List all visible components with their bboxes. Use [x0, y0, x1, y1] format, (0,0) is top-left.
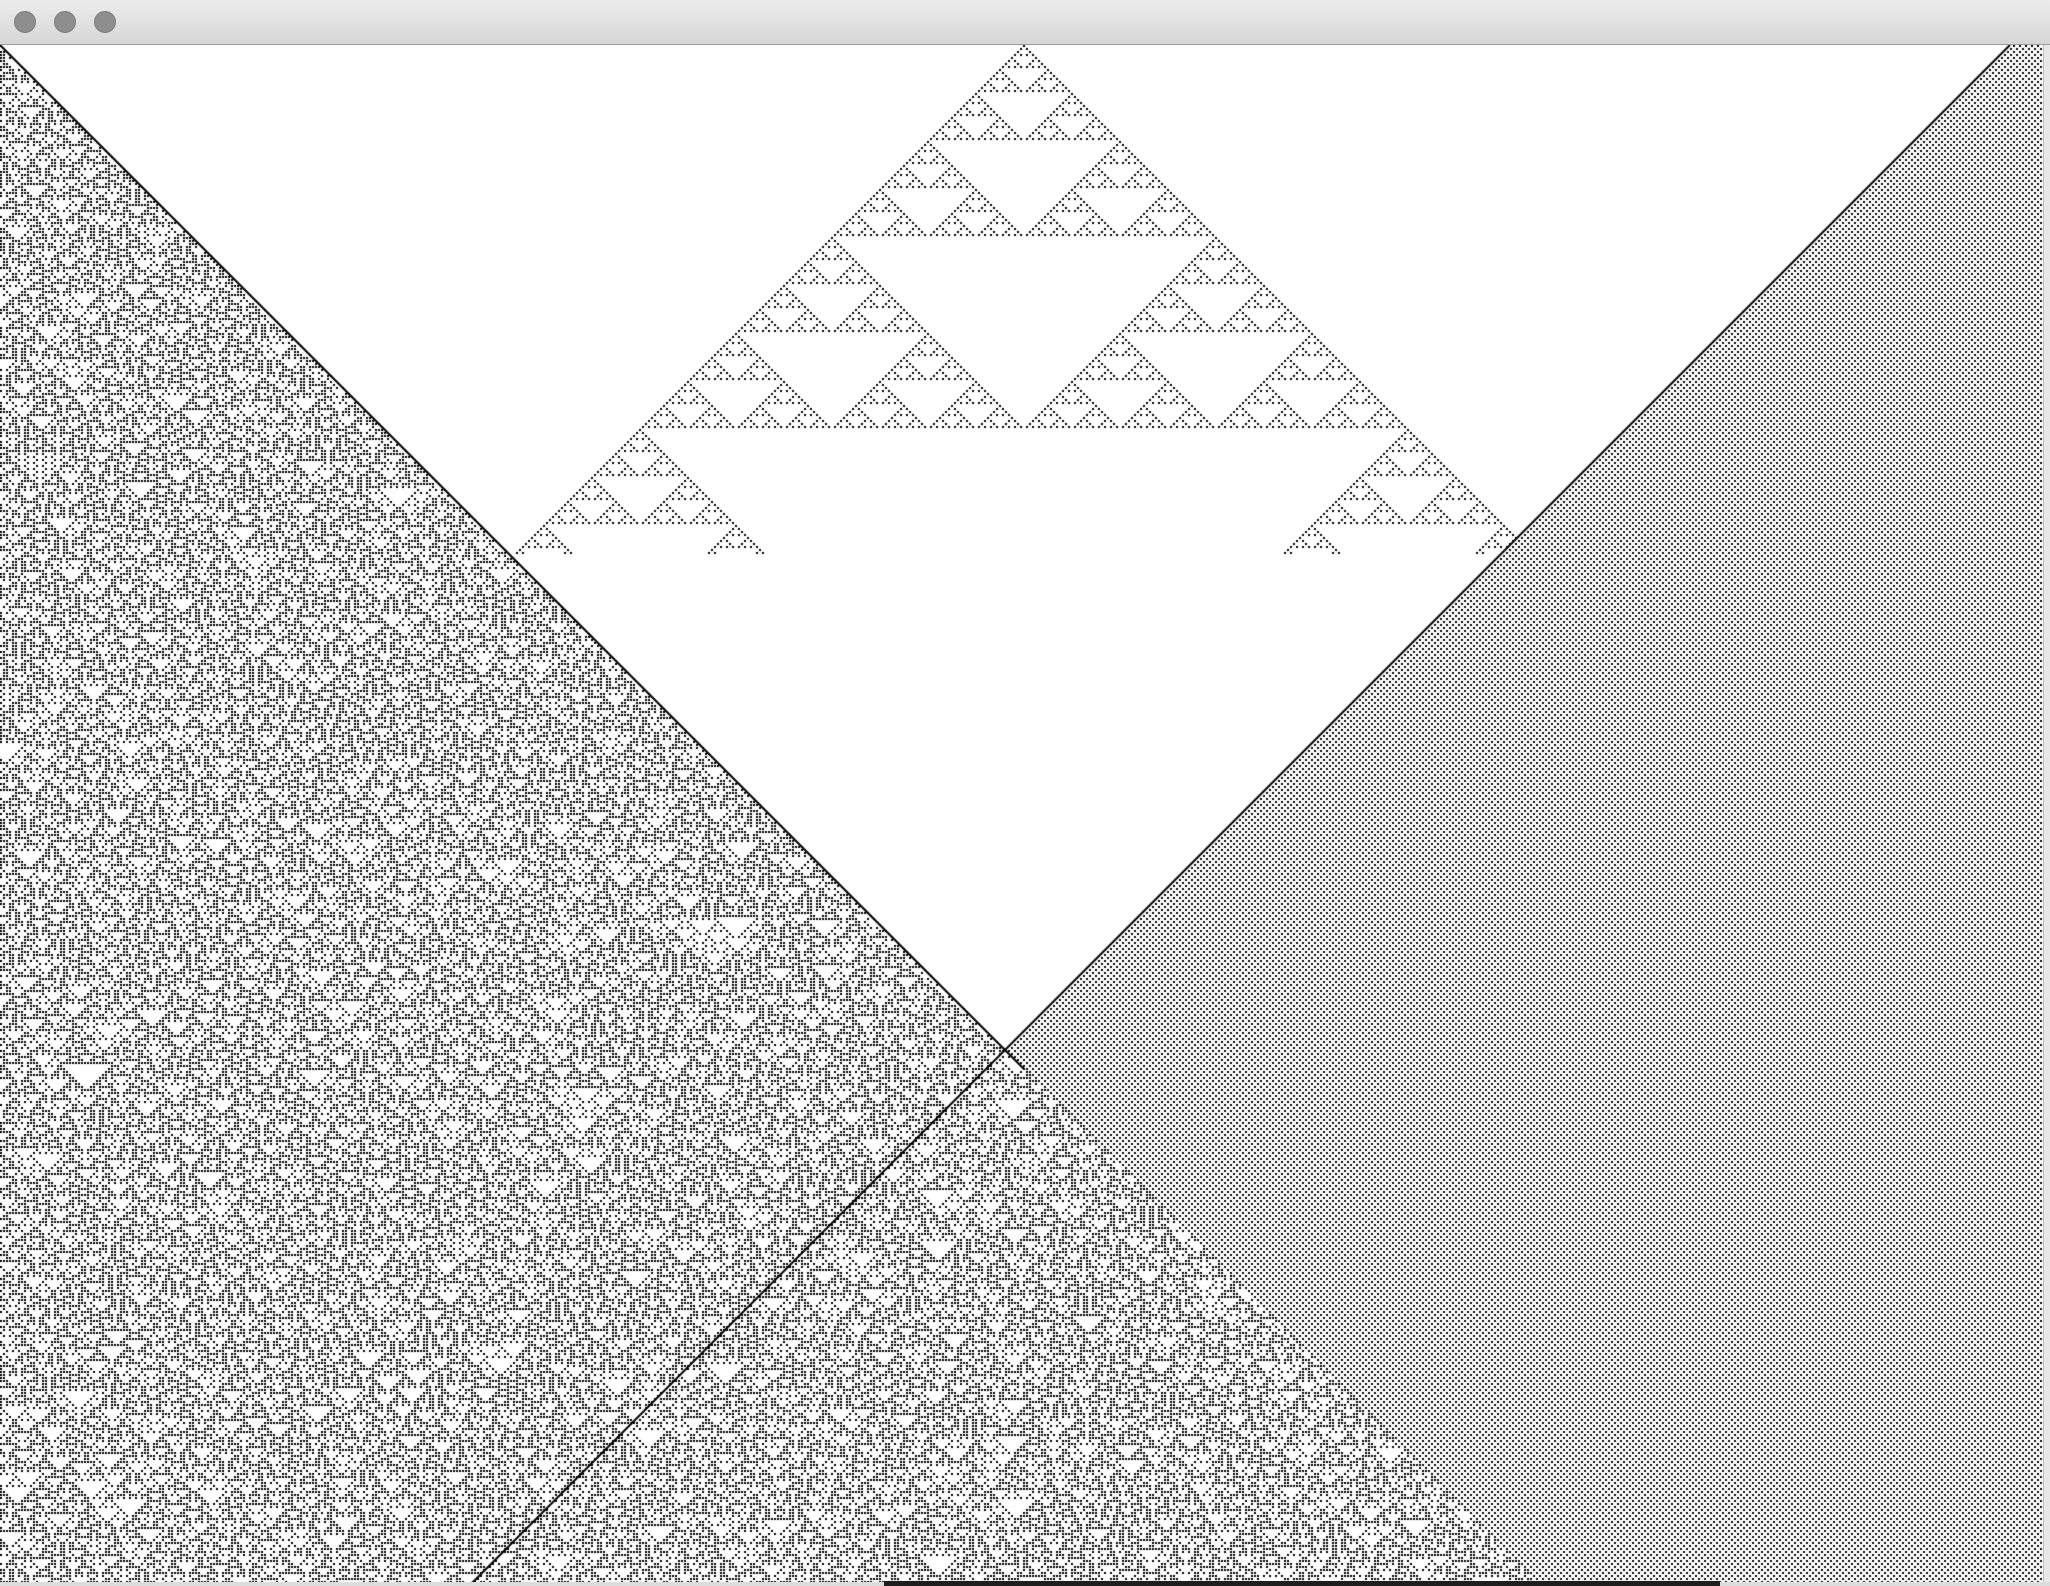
cellular-automaton-canvas[interactable] — [0, 45, 2050, 1586]
zoom-button[interactable] — [94, 11, 116, 33]
automaton-canvas-area[interactable] — [0, 45, 2050, 1586]
window-edge — [2043, 45, 2050, 1586]
app-window — [0, 0, 2050, 1586]
title-bar[interactable] — [0, 0, 2050, 45]
close-button[interactable] — [14, 11, 36, 33]
horizontal-scrollbar-thumb[interactable] — [884, 1581, 1720, 1586]
minimize-button[interactable] — [54, 11, 76, 33]
